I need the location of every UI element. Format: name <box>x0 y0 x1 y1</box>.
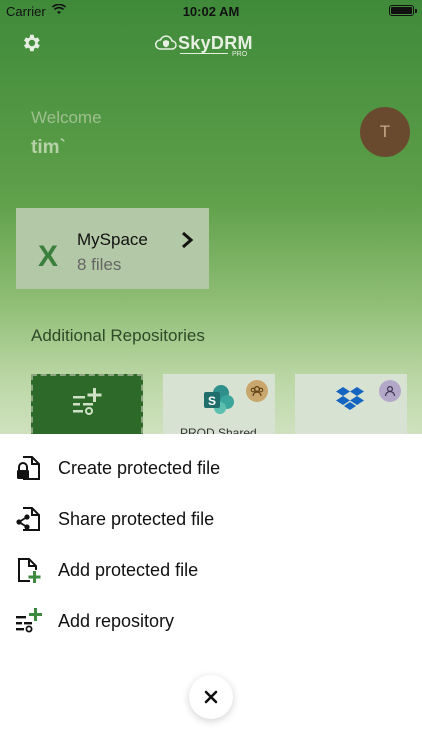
close-icon <box>204 690 218 704</box>
sharepoint-repository-tile[interactable]: S PROD Shared <box>163 374 275 434</box>
share-protected-file-label: Share protected file <box>58 508 215 529</box>
sharepoint-icon: S <box>204 385 234 414</box>
shared-group-badge <box>246 380 268 402</box>
battery-icon <box>389 5 417 16</box>
excel-x-icon: X <box>38 240 59 273</box>
close-button[interactable] <box>189 675 233 719</box>
logo-underline <box>180 53 228 54</box>
myspace-file-count: 8 files <box>77 255 122 274</box>
add-repository-tile[interactable] <box>31 374 143 434</box>
add-repository-icon <box>16 608 42 633</box>
dropbox-icon <box>336 387 364 410</box>
add-repository-label: Add repository <box>58 610 175 631</box>
status-bar: Carrier 10:02 AM <box>0 0 422 22</box>
username: tim` <box>31 137 66 158</box>
add-protected-file-label: Add protected file <box>58 559 199 580</box>
svg-text:S: S <box>208 394 216 408</box>
clock: 10:02 AM <box>182 4 240 19</box>
personal-account-badge <box>379 380 401 402</box>
add-repository-item[interactable]: Add repository <box>0 599 422 643</box>
chevron-right-icon <box>182 231 194 249</box>
logo-pro-label: PRO <box>232 51 248 58</box>
person-icon <box>384 385 396 397</box>
sharepoint-tile-caption: PROD Shared <box>180 426 257 434</box>
add-protected-file-item[interactable]: Add protected file <box>0 548 422 592</box>
myspace-title: MySpace <box>77 230 148 249</box>
avatar[interactable]: T <box>360 107 410 157</box>
cloud-shield-icon <box>155 35 177 50</box>
gear-icon[interactable] <box>20 32 42 54</box>
myspace-card[interactable]: X MySpace 8 files <box>16 208 209 289</box>
additional-repositories-heading: Additional Repositories <box>31 326 205 345</box>
welcome-label: Welcome <box>31 108 102 127</box>
add-file-icon <box>18 558 41 583</box>
skydrm-logo: SkyDRM PRO <box>154 30 253 58</box>
add-repository-icon <box>73 388 102 415</box>
create-protected-file-label: Create protected file <box>58 457 221 478</box>
group-icon <box>250 385 264 397</box>
background-app-screen: Carrier 10:02 AM SkyDRM PRO Welcome tim`… <box>0 0 422 434</box>
share-file-icon <box>16 507 40 531</box>
share-protected-file-item[interactable]: Share protected file <box>0 497 422 541</box>
create-protected-file-item[interactable]: Create protected file <box>0 446 422 490</box>
dropbox-repository-tile[interactable] <box>295 374 407 434</box>
lock-file-icon <box>17 456 40 480</box>
